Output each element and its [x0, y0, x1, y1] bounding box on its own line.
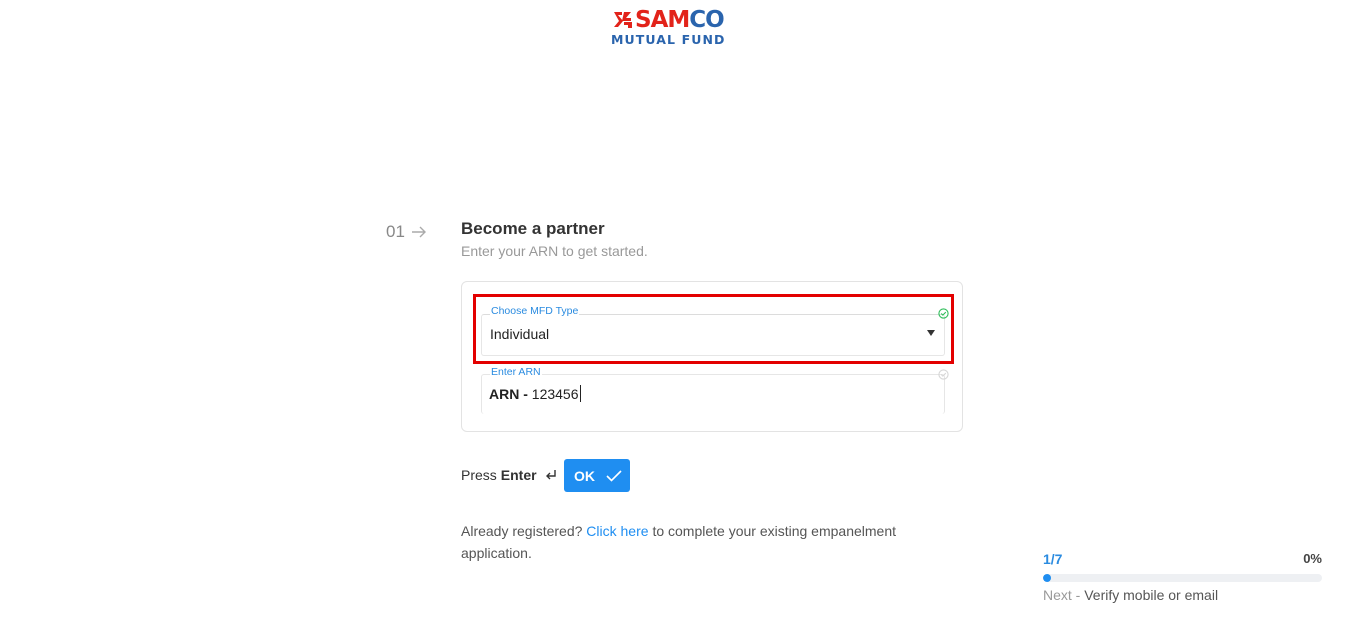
arn-prefix: ARN -: [489, 386, 528, 402]
samco-mark-icon: [614, 12, 632, 28]
logo-sam: SAM: [635, 7, 690, 33]
step-number-text: 01: [386, 222, 405, 241]
page-subtitle: Enter your ARN to get started.: [461, 243, 648, 259]
next-step: Next - Verify mobile or email: [1043, 587, 1218, 603]
logo-wordmark: SAMCO: [635, 7, 725, 33]
progress-fill: [1043, 574, 1051, 582]
ok-label: OK: [574, 467, 595, 484]
next-step-text: Verify mobile or email: [1084, 587, 1219, 603]
arn-field[interactable]: Enter ARN ARN - 123456: [481, 365, 949, 415]
highlight-box: [473, 294, 954, 364]
press-text: Press: [461, 467, 497, 483]
ok-button[interactable]: OK: [564, 459, 630, 492]
progress-percent: 0%: [1303, 551, 1322, 566]
logo-top-row: SAMCO: [611, 8, 741, 32]
step-number: 01: [386, 222, 427, 242]
click-here-link[interactable]: Click here: [586, 523, 648, 539]
enter-text: Enter: [500, 467, 537, 483]
samco-logo: SAMCO MUTUAL FUND: [611, 8, 741, 48]
press-enter-hint: Press Enter: [461, 467, 558, 483]
already-prefix: Already registered?: [461, 523, 583, 539]
page-title: Become a partner: [461, 219, 605, 238]
progress-bar: [1043, 574, 1322, 582]
arn-value[interactable]: 123456: [532, 386, 579, 402]
progress-count: 1/7: [1043, 551, 1063, 567]
already-registered-text: Already registered? Click here to comple…: [461, 520, 931, 564]
arrow-right-icon: [411, 226, 426, 238]
arn-input[interactable]: ARN - 123456: [489, 385, 581, 402]
arn-label: Enter ARN: [490, 366, 542, 378]
check-circle-icon: [938, 369, 949, 380]
text-cursor: [579, 385, 581, 402]
next-label: Next -: [1043, 587, 1081, 603]
enter-return-icon: [545, 470, 556, 480]
logo-subtitle: MUTUAL FUND: [611, 32, 726, 47]
checkmark-icon: [606, 469, 622, 482]
logo-co: CO: [689, 7, 724, 33]
